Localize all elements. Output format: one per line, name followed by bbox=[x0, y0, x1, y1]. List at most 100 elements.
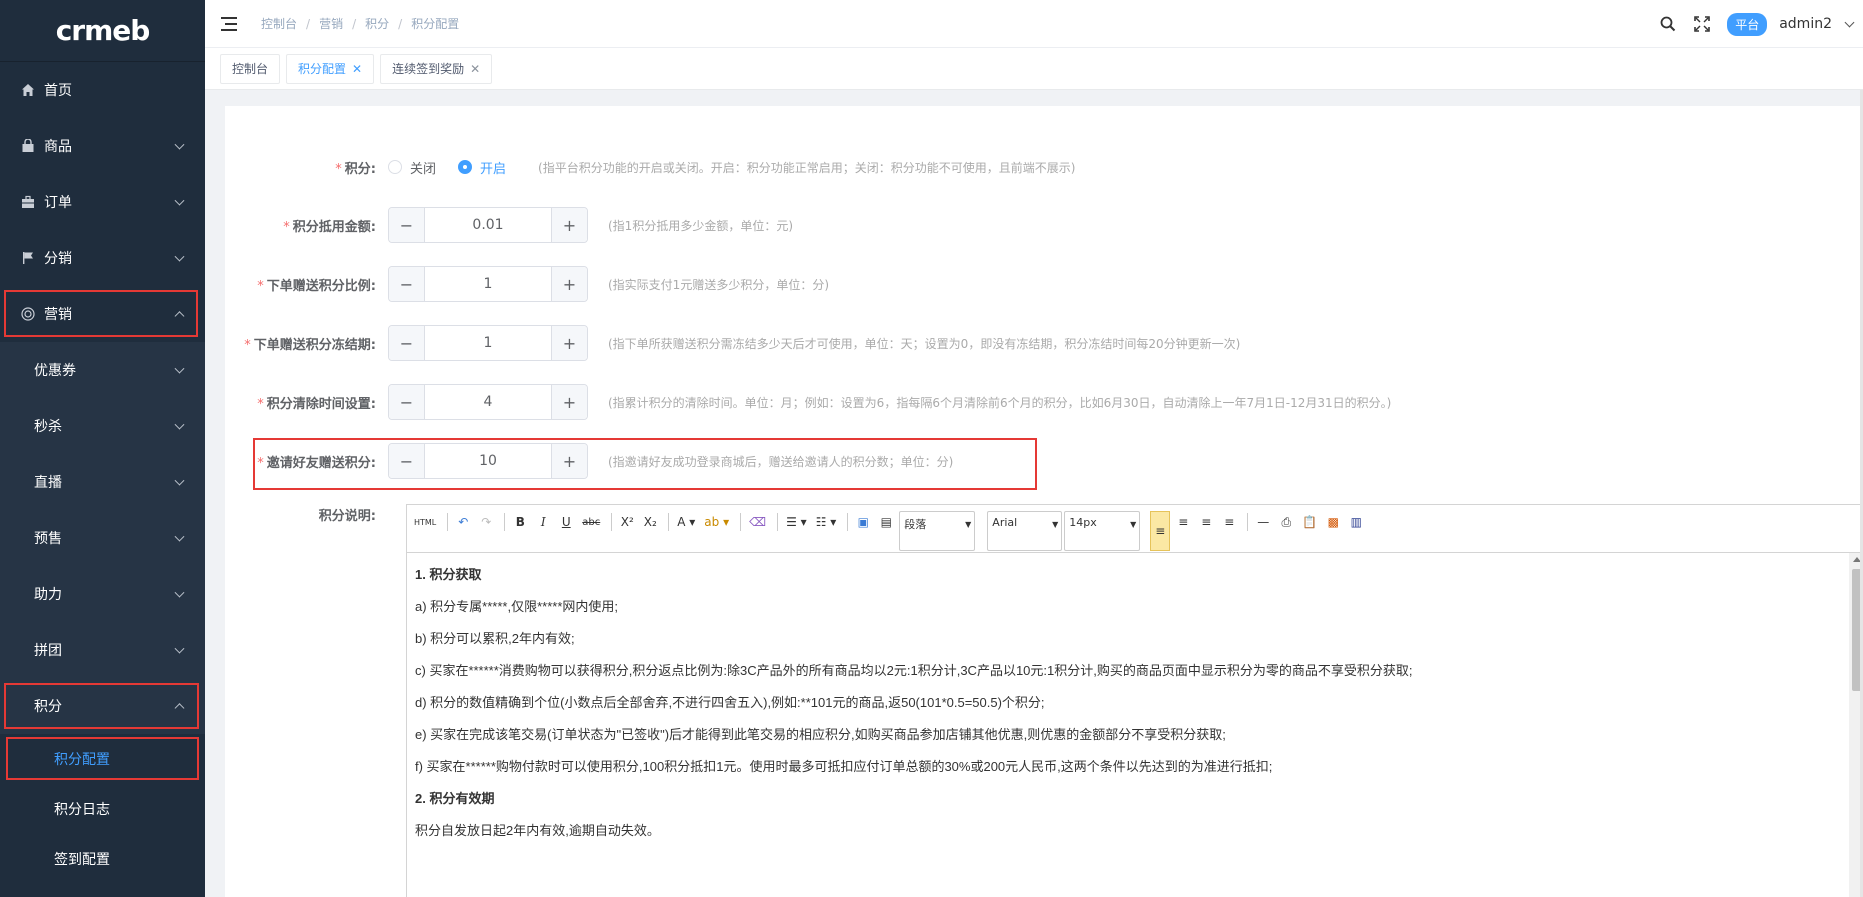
increment-button[interactable]: + bbox=[551, 385, 587, 419]
fullscreen-icon[interactable] bbox=[1693, 15, 1711, 33]
eraser-icon[interactable]: ⌫ bbox=[746, 511, 769, 533]
strikethrough-icon[interactable]: abc bbox=[579, 511, 603, 533]
increment-button[interactable]: + bbox=[551, 444, 587, 478]
field-hint: (指实际支付1元赠送多少积分，单位：分) bbox=[608, 277, 829, 292]
breadcrumb-item[interactable]: 控制台 bbox=[261, 15, 297, 32]
editor-content[interactable]: 1. 积分获取 a) 积分专属*****,仅限*****网内使用; b) 积分可… bbox=[407, 553, 1849, 897]
image-icon[interactable]: ▩ bbox=[1323, 511, 1343, 533]
toolbar-divider bbox=[1247, 513, 1249, 531]
paragraph-select[interactable]: 段落 ▼ bbox=[899, 511, 976, 551]
field-hint: (指平台积分功能的开启或关闭。开启：积分功能正常启用；关闭：积分功能不可使用，且… bbox=[538, 160, 1076, 175]
print-icon[interactable]: ⎙ bbox=[1276, 511, 1296, 533]
tab-signin-reward[interactable]: 连续签到奖励 ✕ bbox=[380, 53, 493, 84]
freeze-period-stepper: − 1 + bbox=[388, 325, 588, 361]
breadcrumb-item[interactable]: 积分 bbox=[365, 15, 389, 32]
sidebar-item-signin-config[interactable]: 签到配置 bbox=[0, 834, 205, 884]
increment-button[interactable]: + bbox=[551, 326, 587, 360]
decrement-button[interactable]: − bbox=[389, 326, 425, 360]
order-points-ratio-stepper: − 1 + bbox=[388, 266, 588, 302]
decrement-button[interactable]: − bbox=[389, 267, 425, 301]
chevron-down-icon bbox=[174, 587, 185, 598]
font-color-icon[interactable]: A ▾ bbox=[674, 511, 698, 533]
align-right-icon[interactable]: ≡ bbox=[1196, 511, 1216, 533]
field-hint: (指下单所获赠送积分需冻结多少天后才可使用，单位：天；设置为0，即没有冻结期，积… bbox=[608, 336, 1241, 351]
align-center-icon[interactable]: ≡ bbox=[1173, 511, 1193, 533]
link-icon[interactable]: ▣ bbox=[853, 511, 873, 533]
align-left-icon[interactable]: ≡ bbox=[1150, 511, 1171, 551]
bold-icon[interactable]: B bbox=[510, 511, 530, 533]
underline-icon[interactable]: U bbox=[556, 511, 576, 533]
html-source-button[interactable]: HTML bbox=[411, 511, 439, 533]
tab-points-config[interactable]: 积分配置 ✕ bbox=[286, 53, 375, 84]
close-icon[interactable]: ✕ bbox=[352, 55, 362, 83]
sidebar-item-presale[interactable]: 预售 bbox=[0, 510, 205, 566]
breadcrumb-item[interactable]: 营销 bbox=[319, 15, 343, 32]
close-icon[interactable]: ✕ bbox=[470, 55, 480, 83]
search-icon[interactable] bbox=[1659, 15, 1677, 33]
sidebar-item-marketing[interactable]: 营销 bbox=[0, 286, 205, 342]
sidebar-item-label: 直播 bbox=[34, 475, 62, 491]
sidebar-item-points-log[interactable]: 积分日志 bbox=[0, 784, 205, 834]
stepper-value[interactable]: 10 bbox=[425, 444, 551, 478]
sidebar-item-distribution[interactable]: 分销 bbox=[0, 230, 205, 286]
toolbar-divider bbox=[847, 513, 849, 531]
brand-logo[interactable]: crmeb bbox=[0, 0, 205, 62]
user-menu[interactable]: admin2 bbox=[1779, 16, 1832, 32]
redo-icon[interactable]: ↷ bbox=[476, 511, 496, 533]
editor-paragraph: e) 买家在完成该笔交易(订单状态为"已签收")后才能得到此笔交易的相应积分,如… bbox=[415, 727, 1226, 742]
tab-dashboard[interactable]: 控制台 bbox=[220, 53, 281, 84]
undo-icon[interactable]: ↶ bbox=[453, 511, 473, 533]
horizontal-rule-icon[interactable]: — bbox=[1253, 511, 1273, 533]
align-justify-icon[interactable]: ≡ bbox=[1219, 511, 1239, 533]
increment-button[interactable]: + bbox=[551, 208, 587, 242]
paragraph-value: 段落 bbox=[904, 518, 927, 531]
sidebar-item-home[interactable]: 首页 bbox=[0, 62, 205, 118]
editor-paragraph: 2. 积分有效期 bbox=[415, 791, 495, 806]
menu-fold-icon[interactable] bbox=[221, 16, 239, 31]
stepper-value[interactable]: 0.01 bbox=[425, 208, 551, 242]
stepper-value[interactable]: 4 bbox=[425, 385, 551, 419]
chevron-up-icon bbox=[174, 311, 185, 322]
unordered-list-icon[interactable]: ☷ ▾ bbox=[813, 511, 840, 533]
radio-circle bbox=[388, 160, 402, 174]
decrement-button[interactable]: − bbox=[389, 208, 425, 242]
radio-off[interactable]: 关闭 bbox=[388, 158, 436, 177]
document-icon[interactable]: ▤ bbox=[876, 511, 896, 533]
radio-circle bbox=[458, 160, 473, 174]
sidebar-item-products[interactable]: 商品 bbox=[0, 118, 205, 174]
field-label: * 下单赠送积分冻结期: bbox=[244, 337, 376, 353]
highlight-color-icon[interactable]: ab ▾ bbox=[701, 511, 732, 533]
subscript-icon[interactable]: X₂ bbox=[640, 511, 660, 533]
field-label: * 下单赠送积分比例: bbox=[257, 278, 376, 294]
chevron-down-icon bbox=[174, 643, 185, 654]
editor-paragraph: c) 买家在******消费购物可以获得积分,积分返点比例为:除3C产品外的所有… bbox=[415, 663, 1413, 678]
paste-icon[interactable]: 📋 bbox=[1299, 511, 1320, 533]
sidebar-item-coupon[interactable]: 优惠券 bbox=[0, 342, 205, 398]
italic-icon[interactable]: I bbox=[533, 511, 553, 533]
sidebar-item-points-config[interactable]: 积分配置 bbox=[0, 734, 205, 784]
form-row-deduction-amount: * 积分抵用金额: − 0.01 + (指1积分抵用多少金额，单位：元) bbox=[225, 207, 793, 243]
chevron-up-icon bbox=[174, 703, 185, 714]
sidebar-item-seckill[interactable]: 秒杀 bbox=[0, 398, 205, 454]
radio-on[interactable]: 开启 bbox=[458, 158, 506, 177]
sidebar-item-orders[interactable]: 订单 bbox=[0, 174, 205, 230]
decrement-button[interactable]: − bbox=[389, 444, 425, 478]
stepper-value[interactable]: 1 bbox=[425, 267, 551, 301]
sidebar-item-group-buy[interactable]: 拼团 bbox=[0, 622, 205, 678]
font-family-select[interactable]: Arial ▼ bbox=[987, 511, 1063, 551]
superscript-icon[interactable]: X² bbox=[617, 511, 637, 533]
chevron-down-icon[interactable] bbox=[1844, 17, 1855, 27]
field-label: * 积分抵用金额: bbox=[283, 219, 376, 235]
editor-paragraph: b) 积分可以累积,2年内有效; bbox=[415, 631, 575, 646]
sidebar-item-live[interactable]: 直播 bbox=[0, 454, 205, 510]
stepper-value[interactable]: 1 bbox=[425, 326, 551, 360]
sidebar-item-label: 签到配置 bbox=[54, 852, 110, 868]
sidebar-item-points[interactable]: 积分 bbox=[0, 678, 205, 734]
video-icon[interactable]: ▥ bbox=[1346, 511, 1366, 533]
ordered-list-icon[interactable]: ☰ ▾ bbox=[783, 511, 810, 533]
increment-button[interactable]: + bbox=[551, 267, 587, 301]
decrement-button[interactable]: − bbox=[389, 385, 425, 419]
font-size-select[interactable]: 14px ▼ bbox=[1064, 511, 1141, 551]
field-hint: (指1积分抵用多少金额，单位：元) bbox=[608, 218, 793, 233]
sidebar-item-assist[interactable]: 助力 bbox=[0, 566, 205, 622]
